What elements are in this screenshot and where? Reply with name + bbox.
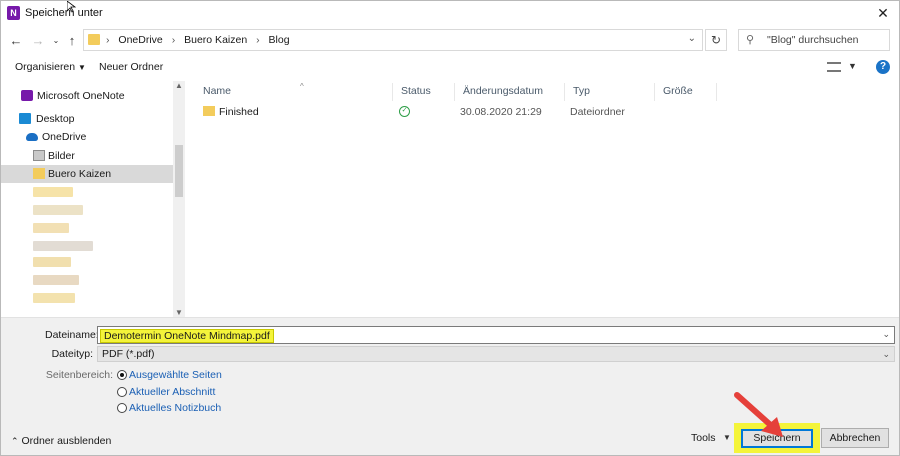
nav-item-buero-kaizen[interactable]: Buero Kaizen [1,165,173,183]
file-modified: 30.08.2020 21:29 [460,106,542,118]
search-input[interactable]: ⚲ "Blog" durchsuchen [738,29,890,51]
breadcrumb-item[interactable]: Buero Kaizen [184,34,247,46]
column-header-type[interactable]: Typ [565,83,655,101]
column-header-size[interactable]: Größe [655,83,717,101]
table-row[interactable]: Finished ✓ 30.08.2020 21:29 Dateiordner [187,103,899,121]
radio-current-notebook[interactable] [117,403,127,413]
nav-item-onenote[interactable]: Microsoft OneNote [1,87,173,105]
radio-label-current-notebook[interactable]: Aktuelles Notizbuch [129,402,221,414]
recent-locations-chevron-icon[interactable]: ⌄ [49,33,63,49]
search-icon: ⚲ [746,34,755,46]
nav-item-label: Bilder [48,150,75,162]
column-header-modified[interactable]: Änderungsdatum [455,83,565,101]
nav-item-label: Microsoft OneNote [37,90,125,102]
folder-icon [33,168,45,179]
file-list: Name ^ Status Änderungsdatum Typ Größe F… [187,81,899,317]
folder-icon [203,106,215,116]
radio-current-section[interactable] [117,387,127,397]
file-name: Finished [219,106,259,118]
cancel-button[interactable]: Abbrechen [821,428,889,448]
scroll-up-icon[interactable]: ▲ [173,81,185,90]
window-title: Speichern unter [25,7,103,19]
radio-label-current-section[interactable]: Aktueller Abschnitt [129,386,215,398]
onenote-app-icon: N [7,6,20,20]
pictures-icon [33,150,45,161]
filetype-value: PDF (*.pdf) [102,348,155,360]
address-row: ← → ⌄ ↑ › OneDrive › Buero Kaizen › Blog… [1,27,899,55]
radio-selected-pages[interactable] [117,370,127,380]
desktop-icon [19,113,31,124]
breadcrumb-item[interactable]: Blog [269,34,290,46]
nav-scrollbar[interactable]: ▲ ▼ [173,81,185,317]
organize-menu[interactable]: Organisieren ▼ [15,61,86,73]
breadcrumb: › OneDrive › Buero Kaizen › Blog [106,34,290,46]
nav-item-label: Buero Kaizen [48,168,112,180]
chevron-down-icon: ▼ [78,63,86,72]
toolbar: Organisieren ▼ Neuer Ordner ▼ ? [1,57,899,79]
filename-field[interactable]: Demotermin OneNote Mindmap.pdf ⌄ [97,326,895,344]
up-arrow-icon[interactable]: ↑ [65,33,79,49]
onenote-icon [21,90,33,101]
hide-folders-button[interactable]: ⌃ Ordner ausblenden [11,435,111,447]
column-header-name[interactable]: Name ^ [195,82,393,101]
refresh-icon[interactable]: ↻ [705,29,727,51]
chevron-down-icon[interactable]: ▼ [848,61,857,71]
chevron-up-icon: ⌃ [11,436,19,446]
chevron-down-icon[interactable]: ⌄ [688,33,696,44]
chevron-down-icon[interactable]: ⌄ [882,329,890,340]
tools-menu[interactable]: Tools [691,432,716,444]
navigation-pane: Microsoft OneNote Desktop OneDrive Bilde… [1,81,185,317]
file-type: Dateiordner [570,106,625,118]
filetype-select[interactable]: PDF (*.pdf) ⌄ [97,346,895,362]
filetype-label: Dateityp: [51,348,93,360]
nav-item-label: Desktop [36,113,75,125]
new-folder-button[interactable]: Neuer Ordner [99,61,163,73]
view-options-icon[interactable] [827,62,841,72]
address-bar[interactable]: › OneDrive › Buero Kaizen › Blog ⌄ [83,29,703,51]
scrollbar-thumb[interactable] [175,145,183,197]
filename-value: Demotermin OneNote Mindmap.pdf [100,329,274,343]
mouse-cursor-icon [67,1,77,13]
scroll-down-icon[interactable]: ▼ [173,308,185,317]
synced-check-icon: ✓ [399,106,410,117]
sort-ascending-icon: ^ [300,82,304,91]
save-as-dialog: N Speichern unter ✕ ← → ⌄ ↑ › OneDrive ›… [0,0,900,456]
nav-item-label: OneDrive [42,131,87,143]
back-arrow-icon[interactable]: ← [9,33,23,49]
red-annotation-arrow-icon [734,392,783,437]
chevron-down-icon[interactable]: ⌄ [882,349,890,360]
close-icon[interactable]: ✕ [875,5,891,21]
column-header-status[interactable]: Status [393,83,455,101]
nav-item-bilder[interactable]: Bilder [1,147,173,165]
onedrive-cloud-icon [26,133,38,141]
title-bar: N Speichern unter ✕ [1,1,899,25]
page-range-label: Seitenbereich: [45,369,113,381]
nav-item-desktop[interactable]: Desktop [1,110,173,128]
search-placeholder: "Blog" durchsuchen [767,34,859,46]
breadcrumb-item[interactable]: OneDrive [118,34,162,46]
chevron-down-icon[interactable]: ▼ [723,433,731,442]
folder-icon [88,34,100,45]
filename-label: Dateiname: [45,329,99,341]
help-icon[interactable]: ? [876,60,890,74]
nav-item-onedrive[interactable]: OneDrive [1,128,173,146]
forward-arrow-icon[interactable]: → [31,33,45,49]
radio-label-selected-pages[interactable]: Ausgewählte Seiten [129,369,222,381]
